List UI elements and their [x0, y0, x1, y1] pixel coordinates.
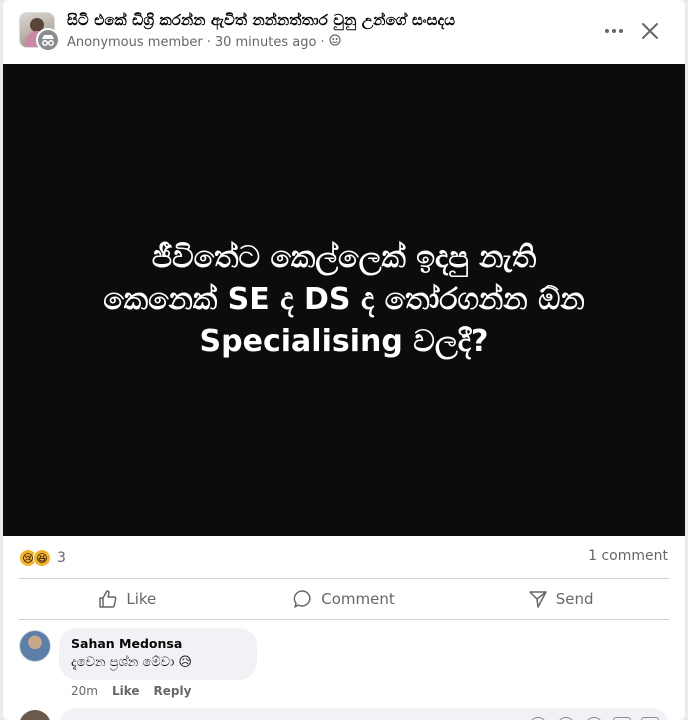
image-text-line: Specialising වලදී? [199, 324, 489, 359]
close-button[interactable] [635, 16, 665, 46]
post-image-text: ජීවිතේට කෙල්ලෙක් ඉදපු නැති කෙනෙක් SE ද D… [34, 237, 654, 363]
post-image[interactable]: ජීවිතේට කෙල්ලෙක් ඉදපු නැති කෙනෙක් SE ද D… [3, 64, 685, 536]
image-text-line: කෙනෙක් SE ද DS ද තෝරගන්න ඕන [103, 282, 585, 317]
comment-label: Comment [321, 590, 395, 608]
like-label: Like [126, 590, 157, 608]
image-text-line: ජීවිතේට කෙල්ලෙක් ඉදපු නැති [151, 240, 537, 275]
haha-reaction-icon: 😆 [33, 549, 51, 567]
comment-input[interactable] [59, 708, 669, 720]
divider [19, 578, 669, 579]
post-time[interactable]: 30 minutes ago [215, 35, 317, 50]
comment-text: දැවෙන ප්‍රශ්න මේවා 😥 [71, 655, 192, 670]
send-icon [529, 591, 547, 608]
divider [19, 619, 669, 620]
comment-time[interactable]: 20m [71, 684, 98, 698]
reaction-icons: 😢 😆 [19, 549, 51, 567]
commenter-avatar[interactable] [19, 630, 51, 662]
comment-count-link[interactable]: 1 comment [588, 548, 668, 564]
reaction-count: 3 [57, 550, 66, 566]
author-name[interactable]: Anonymous member [67, 35, 203, 50]
write-comment-row [19, 706, 669, 720]
comment-like-link[interactable]: Like [112, 684, 140, 698]
globe-icon [328, 34, 341, 50]
more-options-button[interactable] [599, 16, 629, 46]
post-meta: Anonymous member · 30 minutes ago · [67, 34, 341, 50]
close-icon [642, 23, 658, 39]
comment-reply-link[interactable]: Reply [154, 684, 192, 698]
action-bar: Like Comment Send [19, 580, 669, 618]
post-card: සිටි එකේ ඩිග්‍රි කරන්න ඇවිත් නන්නත්තාර ව… [3, 0, 685, 720]
comment-button[interactable]: Comment [236, 580, 453, 618]
like-button[interactable]: Like [19, 580, 236, 618]
more-horizontal-icon [605, 29, 623, 33]
comment-bubble: Sahan Medonsa දැවෙන ප්‍රශ්න මේවා 😥 [59, 628, 257, 680]
send-button[interactable]: Send [452, 580, 669, 618]
group-avatar-stack[interactable] [19, 12, 60, 52]
comment-meta: 20m Like Reply [71, 684, 191, 698]
post-header: සිටි එකේ ඩිග්‍රි කරන්න ඇවිත් නන්නත්තාර ව… [3, 0, 685, 64]
meta-separator: · [206, 34, 211, 50]
thumbs-up-icon [99, 590, 117, 608]
anonymous-member-icon [36, 28, 60, 52]
reactions-summary[interactable]: 😢 😆 3 [19, 544, 66, 572]
send-label: Send [555, 590, 594, 608]
meta-separator: · [320, 34, 325, 50]
commenter-name[interactable]: Sahan Medonsa [71, 636, 245, 651]
current-user-avatar [19, 710, 51, 720]
group-name-link[interactable]: සිටි එකේ ඩිග්‍රි කරන්න ඇවිත් නන්නත්තාර ව… [67, 11, 455, 29]
comment-bubble-icon [293, 590, 311, 608]
